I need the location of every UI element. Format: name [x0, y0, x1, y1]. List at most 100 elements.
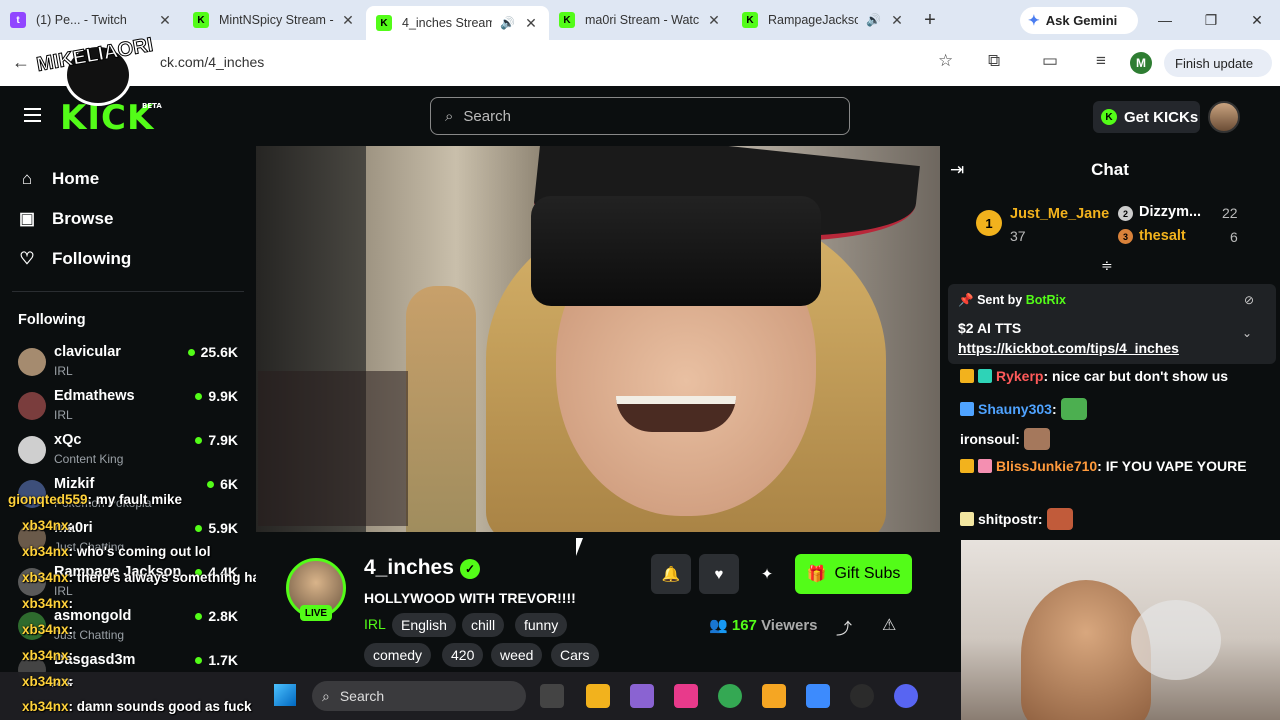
emote-icon: [1023, 428, 1050, 450]
discord-icon[interactable]: [894, 684, 918, 708]
mouse-cursor: [576, 538, 590, 556]
url-field[interactable]: ck.com/4_inches: [160, 54, 264, 70]
extensions-icon[interactable]: ⧉: [988, 51, 1000, 71]
browser-tab-active[interactable]: K 4_inches Stream 🔊 ✕: [366, 6, 549, 40]
stream-tag[interactable]: chill: [462, 613, 505, 637]
verified-icon: ✓: [460, 559, 480, 579]
browser-tab[interactable]: K RampageJackson 🔊 ✕: [732, 0, 915, 40]
emote-icon: [1060, 398, 1087, 420]
screen-cast-icon[interactable]: ▭: [1042, 51, 1058, 71]
chrome-icon[interactable]: [718, 684, 742, 708]
overlay-logo: MIKELIAORI: [34, 30, 166, 106]
stream-tag[interactable]: 420: [442, 643, 484, 667]
sidebar-channel[interactable]: Edmathews IRL 9.9K: [18, 388, 240, 428]
channel-category: IRL: [54, 408, 73, 422]
maximize-button[interactable]: ❐: [1188, 0, 1234, 40]
close-window-button[interactable]: ✕: [1234, 0, 1280, 40]
sidebar-item-following[interactable]: ♡ Following: [18, 246, 131, 272]
stream-tag[interactable]: Cars: [551, 643, 599, 667]
taskbar-search[interactable]: ⌕ Search: [312, 681, 526, 711]
chat-text: :: [1037, 511, 1043, 527]
leaderboard-name[interactable]: Dizzym...: [1139, 204, 1201, 220]
speaker-icon[interactable]: 🔊: [866, 13, 881, 27]
profile-avatar[interactable]: M: [1130, 52, 1152, 74]
ask-gemini-button[interactable]: ✦ Ask Gemini: [1020, 7, 1138, 34]
viewer-count: 25.6K: [188, 344, 238, 360]
browser-tab[interactable]: K ma0ri Stream - Watc ✕: [549, 0, 732, 40]
address-bar: ← ck.com/4_inches ☆ ⧉ ▭ ≡ M Finish updat…: [0, 40, 1280, 86]
close-icon[interactable]: ✕: [523, 15, 539, 32]
chat-username[interactable]: BlissJunkie710: [996, 458, 1097, 474]
star-icon[interactable]: ☆: [938, 51, 953, 71]
browser-tab[interactable]: K MintNSpicy Stream - ✕: [183, 0, 366, 40]
chat-text: : nice car but don't show us: [1043, 368, 1229, 384]
pinned-link[interactable]: https://kickbot.com/tips/4_inches: [958, 340, 1179, 356]
new-tab-button[interactable]: +: [915, 9, 945, 32]
app-icon[interactable]: [762, 684, 786, 708]
sidebar-channel[interactable]: xQc Content King 7.9K: [18, 432, 240, 472]
search-input[interactable]: ⌕ Search: [430, 97, 850, 135]
user-avatar[interactable]: [1208, 101, 1240, 133]
viewer-count: 9.9K: [195, 388, 238, 404]
webcam-object: [1131, 600, 1221, 680]
share-icon[interactable]: ⤴: [836, 615, 852, 639]
category-link[interactable]: IRL: [364, 616, 386, 632]
windows-start-icon[interactable]: [274, 684, 296, 706]
get-kicks-button[interactable]: K Get KICKs: [1093, 101, 1200, 133]
video-player[interactable]: [256, 146, 940, 532]
obs-icon[interactable]: [850, 684, 874, 708]
stream-tag[interactable]: funny: [515, 613, 568, 637]
task-view-icon[interactable]: [540, 684, 564, 708]
chat-username[interactable]: ironsoul: [960, 431, 1015, 447]
sidebar-channel[interactable]: clavicular IRL 25.6K: [18, 344, 240, 384]
stream-tag[interactable]: weed: [491, 643, 543, 667]
media-control-icon[interactable]: ≡: [1096, 51, 1106, 71]
minimize-button[interactable]: —: [1142, 0, 1188, 40]
badge-icon: [960, 459, 974, 473]
overlay-text: :: [68, 622, 74, 637]
follow-button[interactable]: ♥: [699, 554, 739, 594]
finish-update-button[interactable]: Finish update: [1164, 49, 1272, 77]
speaker-icon[interactable]: 🔊: [500, 16, 515, 30]
close-icon[interactable]: ✕: [889, 12, 905, 29]
gemini-icon: ✦: [1028, 12, 1040, 28]
leaderboard-name[interactable]: thesalt: [1139, 228, 1186, 244]
expand-leaderboard-icon[interactable]: ≑: [1101, 257, 1113, 274]
menu-icon[interactable]: [24, 108, 41, 122]
leaderboard-name[interactable]: Just_Me_Jane: [1010, 206, 1109, 222]
sparkle-button[interactable]: ✦: [747, 554, 787, 594]
report-icon[interactable]: ⚠: [882, 615, 896, 635]
notification-bell-button[interactable]: 🔔: [651, 554, 691, 594]
chat-username[interactable]: shitpostr: [978, 511, 1038, 527]
chevron-down-icon[interactable]: ⌄: [1242, 326, 1252, 340]
close-icon[interactable]: ✕: [340, 12, 356, 29]
chat-username[interactable]: Shauny303: [978, 401, 1052, 417]
stream-tag[interactable]: English: [392, 613, 456, 637]
overlay-username: xb34nx: [22, 699, 69, 714]
chat-message: BlissJunkie710: IF YOU VAPE YOURE: [960, 458, 1247, 474]
sidebar-item-browse[interactable]: ▣ Browse: [18, 206, 113, 232]
bot-name[interactable]: BotRix: [1026, 293, 1066, 307]
back-icon[interactable]: ←: [12, 52, 30, 73]
copilot-icon[interactable]: [630, 684, 654, 708]
file-explorer-icon[interactable]: [586, 684, 610, 708]
close-icon[interactable]: ✕: [157, 12, 173, 29]
gift-subs-button[interactable]: 🎁 Gift Subs: [795, 554, 912, 594]
chat-username[interactable]: Rykerp: [996, 368, 1043, 384]
video-sunglasses: [531, 196, 821, 306]
tab-title: (1) Pe... - Twitch: [36, 13, 127, 27]
close-icon[interactable]: ✕: [706, 12, 722, 29]
app-icon[interactable]: [806, 684, 830, 708]
streamer-name[interactable]: 4_inches: [364, 556, 454, 580]
hide-icon[interactable]: ⊘: [1244, 293, 1254, 307]
users-icon: 👥: [709, 617, 728, 634]
video-bystander: [406, 286, 476, 532]
stream-tag[interactable]: comedy: [364, 643, 432, 667]
overlay-chat-line: gionqted559: my fault mike: [8, 492, 182, 507]
overlay-text: :: [68, 674, 74, 689]
kick-header: KICK BETA ⌕ Search K Get KICKs: [0, 86, 1280, 146]
app-icon[interactable]: [674, 684, 698, 708]
stream-chat-overlay: [258, 371, 408, 526]
home-icon: ⌂: [21, 169, 33, 188]
sidebar-item-home[interactable]: ⌂ Home: [18, 166, 99, 192]
